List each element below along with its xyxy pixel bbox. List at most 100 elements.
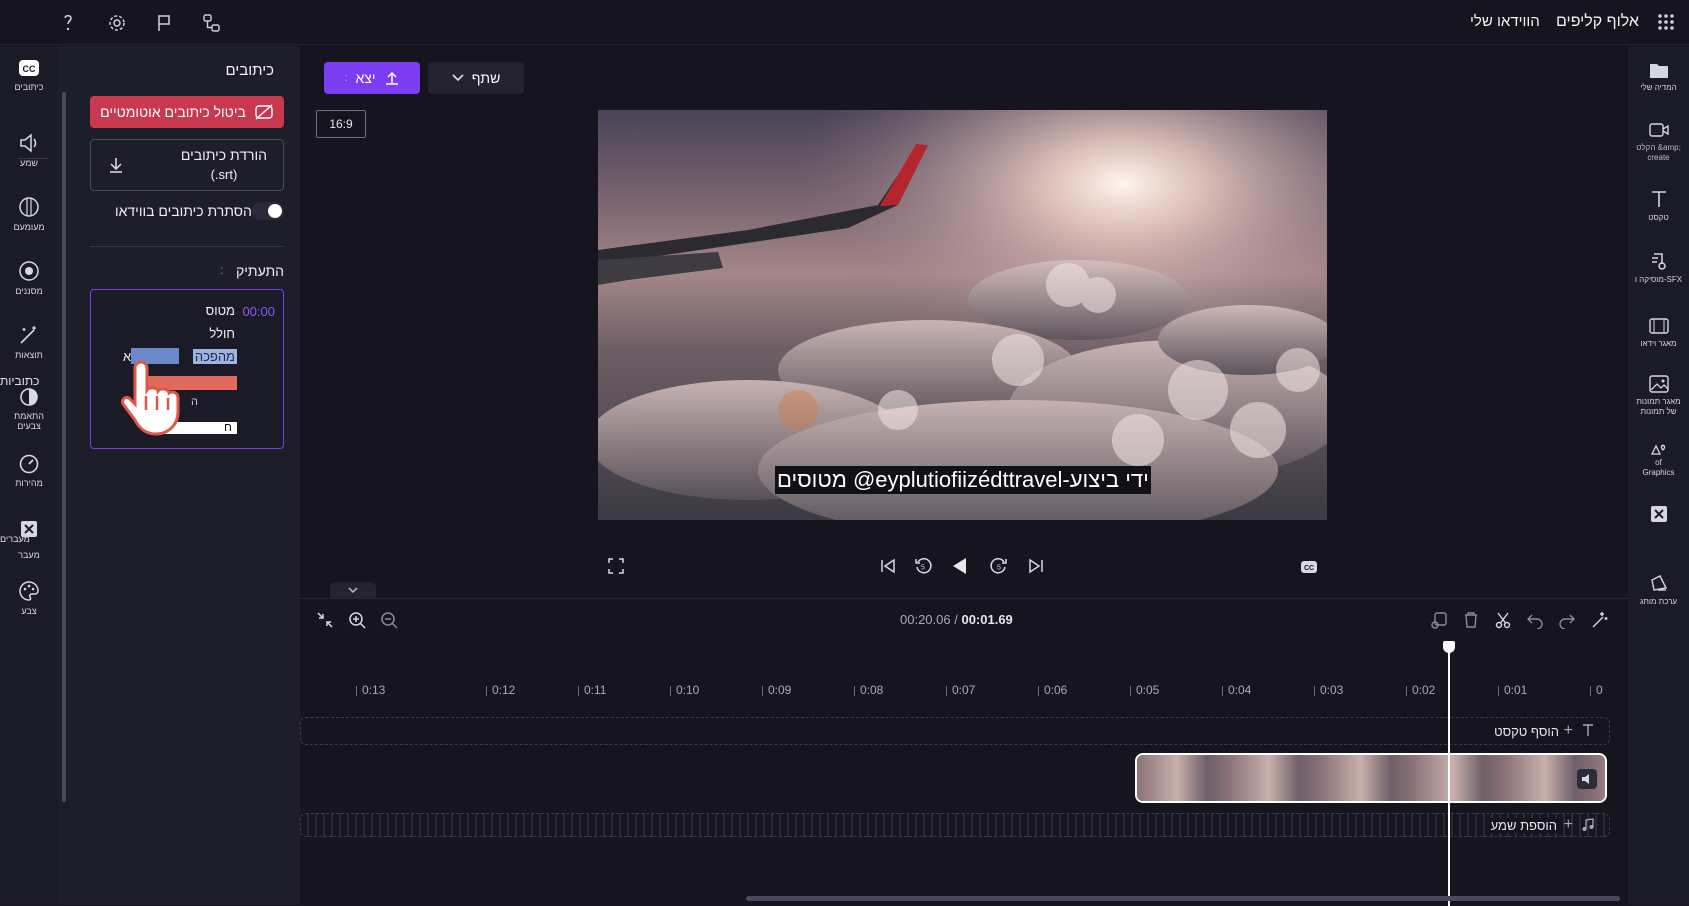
cc-icon: CC	[0, 58, 58, 78]
rail-item-record-create[interactable]: הקלט &amp; create	[1628, 120, 1689, 163]
settings-gear-icon[interactable]	[106, 12, 128, 34]
rail-item-color[interactable]: צבע	[0, 580, 58, 616]
download-captions-button[interactable]: הורדת כיתובים (.srt)	[90, 139, 284, 191]
text-icon	[1628, 188, 1689, 210]
rail-label: ערכת מותג	[1639, 597, 1678, 606]
app-name[interactable]: אלוף קליפים	[1556, 13, 1639, 31]
hide-captions-toggle[interactable]	[252, 202, 284, 220]
captions-off-icon	[254, 104, 274, 120]
time-display: 00:20.06 / 00:01.69	[900, 612, 1013, 627]
rail-label: טקסט	[1648, 213, 1669, 222]
transition-icon	[0, 518, 58, 540]
apps-grid-icon[interactable]	[1656, 12, 1678, 34]
rail-item-captions[interactable]: CC כיתובים	[0, 58, 58, 92]
video-preview[interactable]: מטוסים @eyplutiofiizédttravel-ידי ביצוע	[598, 110, 1327, 520]
download-icon	[107, 156, 125, 174]
rail-label: תוצאות	[15, 350, 43, 360]
skip-start-icon[interactable]	[880, 558, 896, 574]
rewind-5-icon[interactable]: 5	[914, 557, 932, 575]
zoom-in-icon[interactable]	[348, 611, 366, 629]
share-label: שתף	[471, 70, 501, 86]
transcript-word: ה	[191, 396, 198, 408]
rail-item-transitions[interactable]	[1628, 504, 1689, 527]
rail-item-filters[interactable]: מסננים	[0, 260, 58, 296]
ruler-tick: 0:05	[1129, 683, 1160, 697]
rail-label: מאגר וידאו	[1640, 339, 1677, 348]
captions-toggle-icon[interactable]: CC	[1300, 560, 1318, 574]
ruler-tick: 0:07	[945, 683, 976, 697]
rail-label: מעבר	[18, 550, 40, 560]
text-track[interactable]: + הוסף טקסט	[300, 717, 1610, 745]
rail-item-audio[interactable]: שמע	[0, 132, 58, 168]
playhead[interactable]	[1443, 641, 1455, 906]
feedback-flag-icon[interactable]	[153, 12, 175, 34]
rail-item-text[interactable]: טקסט	[1628, 188, 1689, 223]
delete-icon[interactable]	[1462, 611, 1480, 629]
play-icon[interactable]	[950, 556, 970, 576]
share-button[interactable]: שתף	[428, 62, 524, 94]
detach-audio-icon[interactable]	[1430, 611, 1448, 629]
zoom-out-icon[interactable]	[380, 611, 398, 629]
rail-item-music-sfx[interactable]: מוסיקה ו-SFX	[1628, 250, 1689, 285]
rail-item-effects[interactable]: תוצאות	[0, 324, 58, 360]
caption-overlay-text[interactable]: מטוסים @eyplutiofiizédttravel-ידי ביצוע	[775, 466, 1151, 494]
transcript-colon: :	[220, 263, 224, 277]
rail-item-speed[interactable]: מהירות	[0, 452, 58, 488]
rail-item-graphics[interactable]: of Graphics	[1628, 442, 1689, 478]
rail-item-transition[interactable]: מעבר	[0, 518, 58, 560]
fit-timeline-icon[interactable]	[316, 611, 334, 629]
timeline-scrollbar[interactable]	[746, 896, 1620, 901]
undo-icon[interactable]	[1526, 611, 1544, 629]
time-ruler[interactable]: 0 0:01 0:02 0:03 0:04 0:05 0:06 0:07 0:0…	[300, 639, 1610, 697]
download-format: (.srt)	[210, 167, 238, 182]
rail-item-my-media[interactable]: המדיה שלי	[1628, 60, 1689, 93]
rail-item-image-library[interactable]: מאגר תמונות של תמונות	[1628, 374, 1689, 417]
svg-text:CC: CC	[23, 64, 36, 74]
disable-auto-captions-button[interactable]: ביטול כיתובים אוטומטיים	[90, 96, 284, 128]
plus-icon: +	[1563, 816, 1573, 833]
rail-item-color-adjust[interactable]: התאמת צבעים	[0, 386, 58, 431]
transcript-box[interactable]: 00:00 מטוס חולל מהפכה א ה ח	[90, 289, 284, 449]
plus-icon: +	[1563, 722, 1573, 739]
forward-5-icon[interactable]: 5	[990, 557, 1008, 575]
brand-kit-icon	[1628, 572, 1689, 594]
share-nodes-icon[interactable]	[201, 12, 223, 34]
contrast-icon	[0, 386, 58, 408]
my-videos-link[interactable]: הווידאו שלי	[1470, 13, 1540, 30]
ruler-tick: 0:08	[853, 683, 884, 697]
rail-item-fade[interactable]: מעומעם	[0, 196, 58, 232]
playhead-handle[interactable]	[1443, 641, 1455, 653]
ruler-tick: 0:03	[1313, 683, 1344, 697]
download-label: הורדת כיתובים	[180, 147, 267, 163]
rail-label: צבע	[21, 606, 37, 616]
redo-icon[interactable]	[1558, 611, 1576, 629]
timeline-collapse-button[interactable]	[330, 582, 376, 598]
skip-end-icon[interactable]	[1028, 558, 1044, 574]
hide-captions-label: הסתרת כיתובים בווידאו	[115, 203, 252, 219]
shapes-icon	[1628, 442, 1689, 456]
transcript-word: חולל	[209, 326, 235, 341]
add-text-label: הוסף טקסט	[1494, 724, 1559, 739]
button-label: ביטול כיתובים אוטומטיים	[100, 104, 246, 120]
video-clip[interactable]	[1135, 753, 1607, 803]
split-scissors-icon[interactable]	[1494, 611, 1512, 629]
fullscreen-icon[interactable]	[608, 558, 624, 574]
rail-label: הקלט &amp; create	[1636, 143, 1681, 162]
ruler-tick: 0:06	[1037, 683, 1068, 697]
export-label: יצא	[355, 70, 376, 86]
upload-icon	[384, 70, 400, 86]
clip-audio-icon[interactable]	[1577, 769, 1597, 789]
svg-text:5: 5	[921, 565, 925, 572]
audio-track[interactable]: + הוספת שמע	[300, 813, 1610, 837]
export-button[interactable]: : יצא	[324, 62, 420, 94]
panel-scrollbar[interactable]	[62, 92, 66, 802]
rail-label: מאגר תמונות של תמונות	[1636, 397, 1681, 416]
aspect-ratio-button[interactable]: 16:9	[316, 110, 366, 138]
rail-item-brand-kit[interactable]: ערכת מותג	[1628, 572, 1689, 607]
rail-item-video-library[interactable]: מאגר וידאו	[1628, 316, 1689, 349]
speed-icon	[0, 452, 58, 474]
ruler-tick: 0:09	[761, 683, 792, 697]
transcript-title: התעתיק	[236, 263, 284, 279]
help-icon[interactable]	[58, 12, 80, 34]
magic-sparkle-icon[interactable]	[1590, 611, 1608, 629]
